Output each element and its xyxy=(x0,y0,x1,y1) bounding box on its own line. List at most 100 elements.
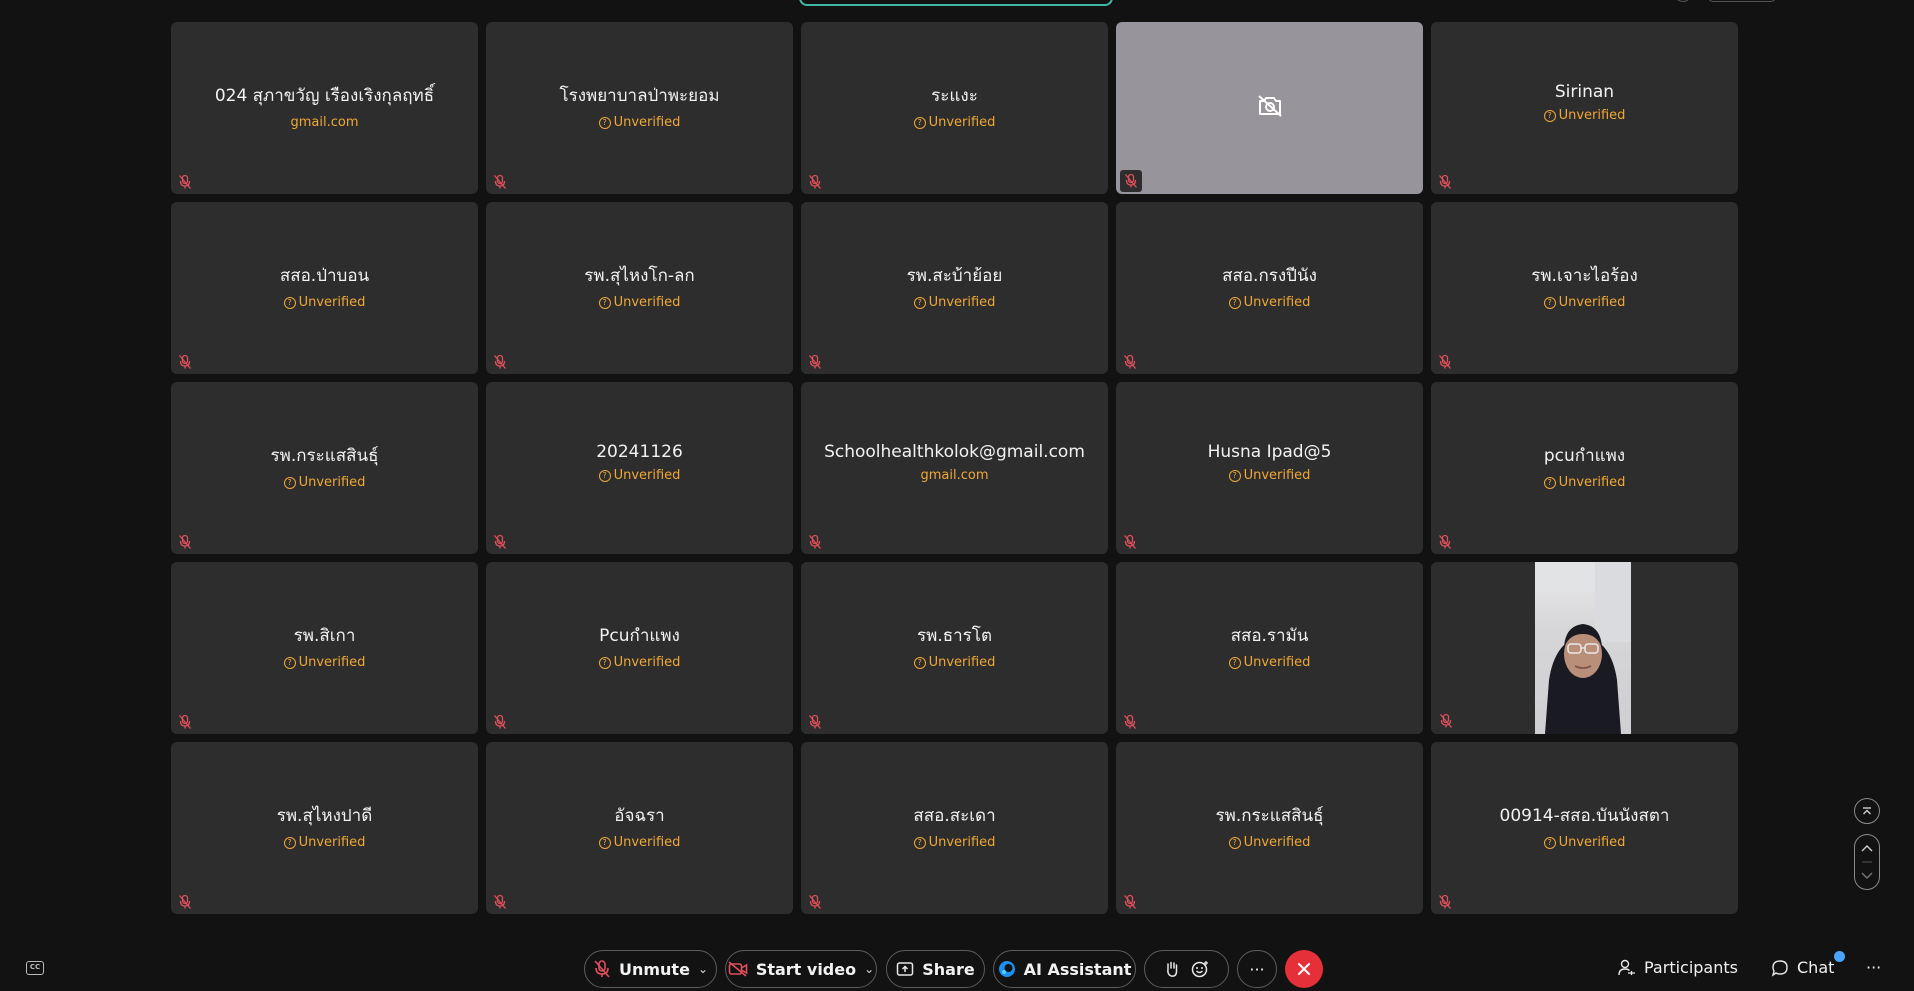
participant-status-text: Unverified xyxy=(1558,108,1626,123)
participant-grid: 024 สุภาขวัญ เรืองเริงกุลฤทธิ์ gmail.com โ… xyxy=(171,22,1738,914)
top-control-pill[interactable] xyxy=(1708,0,1776,2)
participant-tile[interactable]: รพ.ธารโต? Unverified xyxy=(801,562,1108,734)
participant-status: ? Unverified xyxy=(171,655,478,670)
participant-tile[interactable]: Schoolhealthkolok@gmail.com gmail.com xyxy=(801,382,1108,554)
participant-tile[interactable]: รพ.สิเกา? Unverified xyxy=(171,562,478,734)
participant-tile[interactable]: สสอ.ป่าบอน? Unverified xyxy=(171,202,478,374)
chat-label: Chat xyxy=(1797,958,1835,977)
participant-name: สสอ.สะเดา xyxy=(913,806,996,826)
mic-muted-indicator xyxy=(178,894,194,910)
participant-tile[interactable]: รพ.กระแสสินธุ์? Unverified xyxy=(171,382,478,554)
participant-tile[interactable]: สสอ.รามัน ? Unverified xyxy=(1116,562,1423,734)
participant-name: สสอ.ป่าบอน xyxy=(279,266,370,286)
chat-unread-badge xyxy=(1834,951,1845,962)
question-circle-icon: ? xyxy=(913,116,926,129)
participant-tile[interactable] xyxy=(1431,562,1738,734)
page-up-down-control[interactable] xyxy=(1854,834,1880,890)
participant-tile[interactable]: Husna Ipad@5? Unverified xyxy=(1116,382,1423,554)
participant-tile[interactable]: รพ.กระแสสินธุ์? Unverified xyxy=(1116,742,1423,914)
participant-status: ? Unverified xyxy=(1116,655,1423,670)
participant-name: รพ.เจาะไอร้อง xyxy=(1531,266,1638,286)
ai-assistant-label: AI Assistant xyxy=(1023,959,1132,979)
mic-muted-indicator xyxy=(1123,534,1139,550)
chevron-down-icon[interactable]: ⌄ xyxy=(698,962,708,976)
participant-tile[interactable]: 00914-สสอ.บันนังสตา? Unverified xyxy=(1431,742,1738,914)
ai-assistant-button[interactable]: AI Assistant xyxy=(993,950,1136,988)
participant-info: ระแงะ? Unverified xyxy=(801,82,1108,130)
top-control-dot[interactable] xyxy=(1674,0,1692,2)
participant-tile[interactable]: รพ.สุไหงโก-ลก? Unverified xyxy=(486,202,793,374)
participant-name: รพ.สะบ้าย้อย xyxy=(906,266,1003,286)
participant-name: 20241126 xyxy=(596,442,683,462)
participant-status-text: Unverified xyxy=(613,295,681,310)
participant-tile[interactable]: 024 สุภาขวัญ เรืองเริงกุลฤทธิ์ gmail.com xyxy=(171,22,478,194)
chevron-down-icon[interactable]: ⌄ xyxy=(864,962,874,976)
participant-tile[interactable]: Pcuกำแพง? Unverified xyxy=(486,562,793,734)
participant-status-text: Unverified xyxy=(928,295,996,310)
participant-tile[interactable]: 20241126 ? Unverified xyxy=(486,382,793,554)
mic-muted-indicator xyxy=(808,354,824,370)
mic-muted-icon xyxy=(1124,354,1136,369)
participant-video xyxy=(1535,562,1631,734)
mic-muted-icon xyxy=(179,534,191,549)
participant-name: Pcuกำแพง xyxy=(599,626,680,646)
participant-name: Sirinan xyxy=(1554,82,1615,102)
participant-status: ? Unverified xyxy=(486,468,793,483)
participant-info: รพ.เจาะไอร้อง? Unverified xyxy=(1431,262,1738,310)
participant-info: Husna Ipad@5? Unverified xyxy=(1116,442,1423,483)
mic-muted-icon xyxy=(809,534,821,549)
unmute-button[interactable]: Unmute ⌄ xyxy=(584,950,717,988)
participant-status-text: Unverified xyxy=(613,115,681,130)
mic-muted-indicator xyxy=(1438,894,1454,910)
share-button[interactable]: Share xyxy=(886,950,985,988)
participant-status: ? Unverified xyxy=(486,835,793,850)
question-circle-icon: ? xyxy=(1228,836,1241,849)
mic-muted-indicator xyxy=(1438,534,1454,550)
participant-tile[interactable]: รพ.สุไหงปาดี? Unverified xyxy=(171,742,478,914)
captions-icon[interactable]: CC xyxy=(26,961,44,975)
more-options-button[interactable]: ··· xyxy=(1237,950,1277,988)
reactions-button[interactable] xyxy=(1144,950,1229,988)
chat-icon xyxy=(1771,959,1788,977)
mic-muted-icon xyxy=(1439,354,1451,369)
participant-info: Sirinan? Unverified xyxy=(1431,82,1738,123)
mic-muted-icon xyxy=(809,714,821,729)
participant-tile[interactable] xyxy=(1116,22,1423,194)
participant-tile[interactable]: รพ.เจาะไอร้อง? Unverified xyxy=(1431,202,1738,374)
participant-tile[interactable]: สสอ.กรงปีนัง? Unverified xyxy=(1116,202,1423,374)
start-video-button[interactable]: Start video ⌄ xyxy=(725,950,877,988)
participant-status-text: Unverified xyxy=(1558,295,1626,310)
participant-tile[interactable]: สสอ.สะเดา? Unverified xyxy=(801,742,1108,914)
question-circle-icon: ? xyxy=(1543,109,1556,122)
leave-meeting-button[interactable] xyxy=(1285,950,1323,988)
mic-muted-icon xyxy=(1439,894,1451,909)
participant-status-text: Unverified xyxy=(613,655,681,670)
top-strip xyxy=(0,0,1914,16)
participant-status: ? Unverified xyxy=(171,475,478,490)
participant-status: ? Unverified xyxy=(1116,835,1423,850)
participants-button[interactable]: Participants xyxy=(1618,958,1738,977)
participant-tile[interactable]: pcuกำแพง? Unverified xyxy=(1431,382,1738,554)
participant-tile[interactable]: อัจฉรา? Unverified xyxy=(486,742,793,914)
participant-tile[interactable]: Sirinan? Unverified xyxy=(1431,22,1738,194)
participant-status-text: Unverified xyxy=(1243,295,1311,310)
mic-muted-icon xyxy=(1124,714,1136,729)
participant-status: ? Unverified xyxy=(801,115,1108,130)
participant-tile[interactable]: รพ.สะบ้าย้อย? Unverified xyxy=(801,202,1108,374)
mic-muted-indicator xyxy=(493,894,509,910)
ai-assistant-icon xyxy=(998,961,1015,977)
question-circle-icon: ? xyxy=(598,469,611,482)
mic-muted-indicator xyxy=(493,174,509,190)
participant-tile[interactable]: ระแงะ? Unverified xyxy=(801,22,1108,194)
participant-status-text: Unverified xyxy=(1558,475,1626,490)
scroll-top-button[interactable] xyxy=(1854,798,1880,824)
participant-name: สสอ.รามัน xyxy=(1230,626,1309,646)
participant-info: pcuกำแพง? Unverified xyxy=(1431,442,1738,490)
overflow-menu-button[interactable]: ··· xyxy=(1866,958,1881,977)
participant-info: 20241126 ? Unverified xyxy=(486,442,793,483)
chat-button[interactable]: Chat xyxy=(1771,958,1834,977)
participant-tile[interactable]: โรงพยาบาลป่าพะยอม? Unverified xyxy=(486,22,793,194)
participant-status-text: gmail.com xyxy=(920,468,989,483)
close-icon xyxy=(1298,963,1310,975)
share-label: Share xyxy=(922,959,975,979)
